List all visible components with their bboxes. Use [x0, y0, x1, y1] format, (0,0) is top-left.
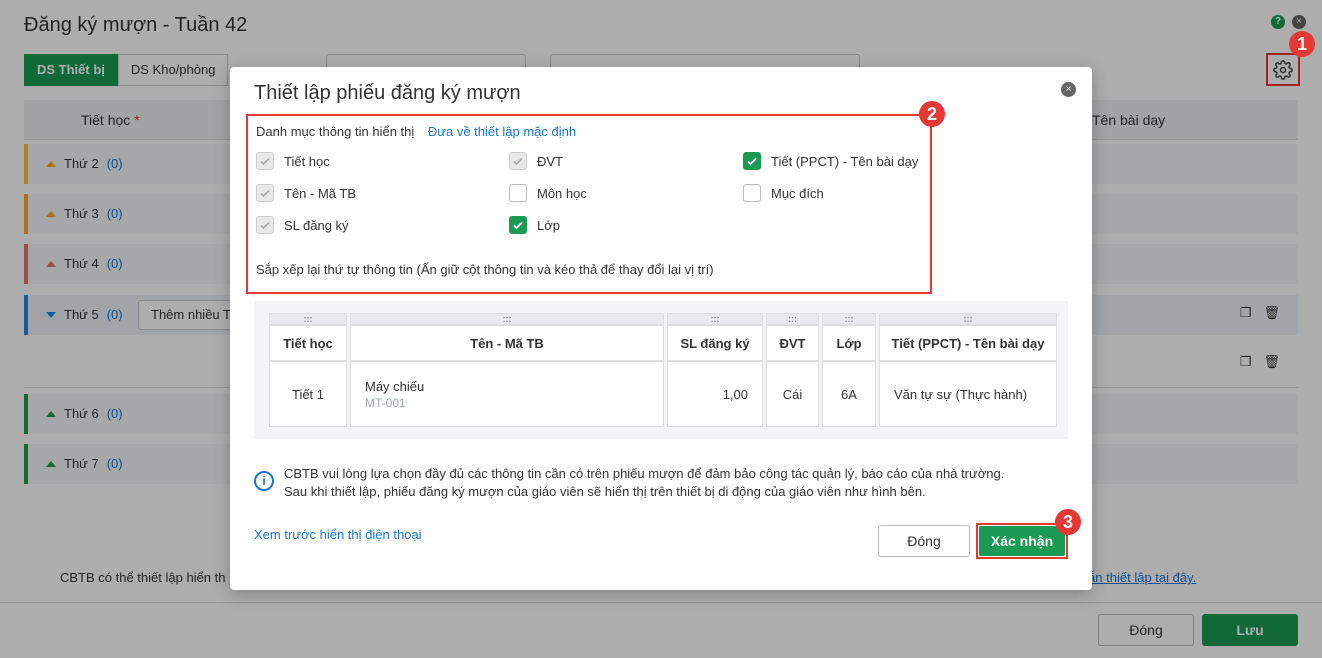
cell-tiet-hoc: Tiết 1 [269, 361, 347, 427]
preview-area: ::: ::: ::: ::: ::: ::: Tiết học Tên - M… [254, 301, 1068, 439]
checkbox-sl-dang-ky[interactable]: SL đăng ký [256, 216, 349, 234]
check-icon [260, 189, 270, 198]
step-badge-3: 3 [1055, 509, 1081, 535]
drag-handle[interactable]: ::: [667, 313, 763, 325]
cell-bai-day: Văn tự sự (Thực hành) [879, 361, 1057, 427]
preview-col-ten-ma-tb[interactable]: Tên - Mã TB [350, 325, 664, 361]
preview-col-tiet-hoc[interactable]: Tiết học [269, 325, 347, 361]
info-icon: i [254, 471, 274, 491]
checkbox-box [509, 216, 527, 234]
check-icon [513, 221, 523, 230]
checkbox-box [743, 184, 761, 202]
device-code: MT-001 [365, 395, 406, 410]
confirm-button[interactable]: Xác nhận [979, 526, 1065, 556]
checkbox-dvt[interactable]: ĐVT [509, 152, 563, 170]
checkbox-lop[interactable]: Lớp [509, 216, 560, 234]
checkbox-box [256, 184, 274, 202]
preview-col-lop[interactable]: Lớp [822, 325, 876, 361]
display-fields-section: Danh mục thông tin hiển thị Đưa về thiết… [246, 114, 932, 294]
drag-handle[interactable]: ::: [766, 313, 819, 325]
cell-ten-ma-tb: Máy chiếu MT-001 [350, 361, 664, 427]
preview-col-dvt[interactable]: ĐVT [766, 325, 819, 361]
section-header: Danh mục thông tin hiển thị Đưa về thiết… [256, 124, 576, 139]
step-badge-2: 2 [919, 101, 945, 127]
preview-col-tiet-ppct[interactable]: Tiết (PPCT) - Tên bài dạy [879, 325, 1057, 361]
drag-handle[interactable]: ::: [879, 313, 1057, 325]
settings-modal: Thiết lập phiếu đăng ký mượn × Danh mục … [230, 67, 1092, 590]
preview-phone-link[interactable]: Xem trước hiển thị điện thoại [254, 527, 422, 542]
checkbox-box [743, 152, 761, 170]
cell-lop: 6A [822, 361, 876, 427]
checkbox-muc-dich[interactable]: Mục đích [743, 184, 824, 202]
cell-sl: 1,00 [667, 361, 763, 427]
modal-title: Thiết lập phiếu đăng ký mượn [254, 82, 521, 104]
section-label: Danh mục thông tin hiển thị [256, 124, 415, 139]
checkbox-box [256, 216, 274, 234]
info-note: i CBTB vui lòng lựa chọn đầy đủ các thôn… [254, 465, 1004, 501]
checkbox-box [256, 152, 274, 170]
confirm-button-highlight: Xác nhận [976, 523, 1068, 559]
info-text: CBTB vui lòng lựa chọn đầy đủ các thông … [284, 466, 1005, 499]
device-name: Máy chiếu [365, 378, 425, 394]
preview-col-sl-dang-ky[interactable]: SL đăng ký [667, 325, 763, 361]
table-row: Tiết 1 Máy chiếu MT-001 1,00 Cái 6A Văn … [269, 361, 1057, 427]
checkbox-ten-ma-tb[interactable]: Tên - Mã TB [256, 184, 356, 202]
checkbox-mon-hoc[interactable]: Môn học [509, 184, 587, 202]
cell-dvt: Cái [766, 361, 819, 427]
drag-handle[interactable]: ::: [269, 313, 347, 325]
modal-close-icon[interactable]: × [1061, 82, 1076, 97]
reset-default-link[interactable]: Đưa về thiết lập mặc định [428, 124, 576, 139]
checkbox-tiet-ppct[interactable]: Tiết (PPCT) - Tên bài dạy [743, 152, 918, 170]
drag-handle[interactable]: ::: [822, 313, 876, 325]
preview-table: ::: ::: ::: ::: ::: ::: Tiết học Tên - M… [266, 313, 1060, 427]
step-badge-1: 1 [1289, 31, 1315, 57]
check-icon [260, 221, 270, 230]
checkbox-box [509, 184, 527, 202]
sort-note: Sắp xếp lại thứ tự thông tin (Ấn giữ cột… [256, 262, 714, 277]
modal-close-button[interactable]: Đóng [878, 525, 970, 557]
check-icon [513, 157, 523, 166]
check-icon [260, 157, 270, 166]
checkbox-tiet-hoc[interactable]: Tiết học [256, 152, 330, 170]
check-icon [747, 157, 757, 166]
drag-handle[interactable]: ::: [350, 313, 664, 325]
checkbox-box [509, 152, 527, 170]
